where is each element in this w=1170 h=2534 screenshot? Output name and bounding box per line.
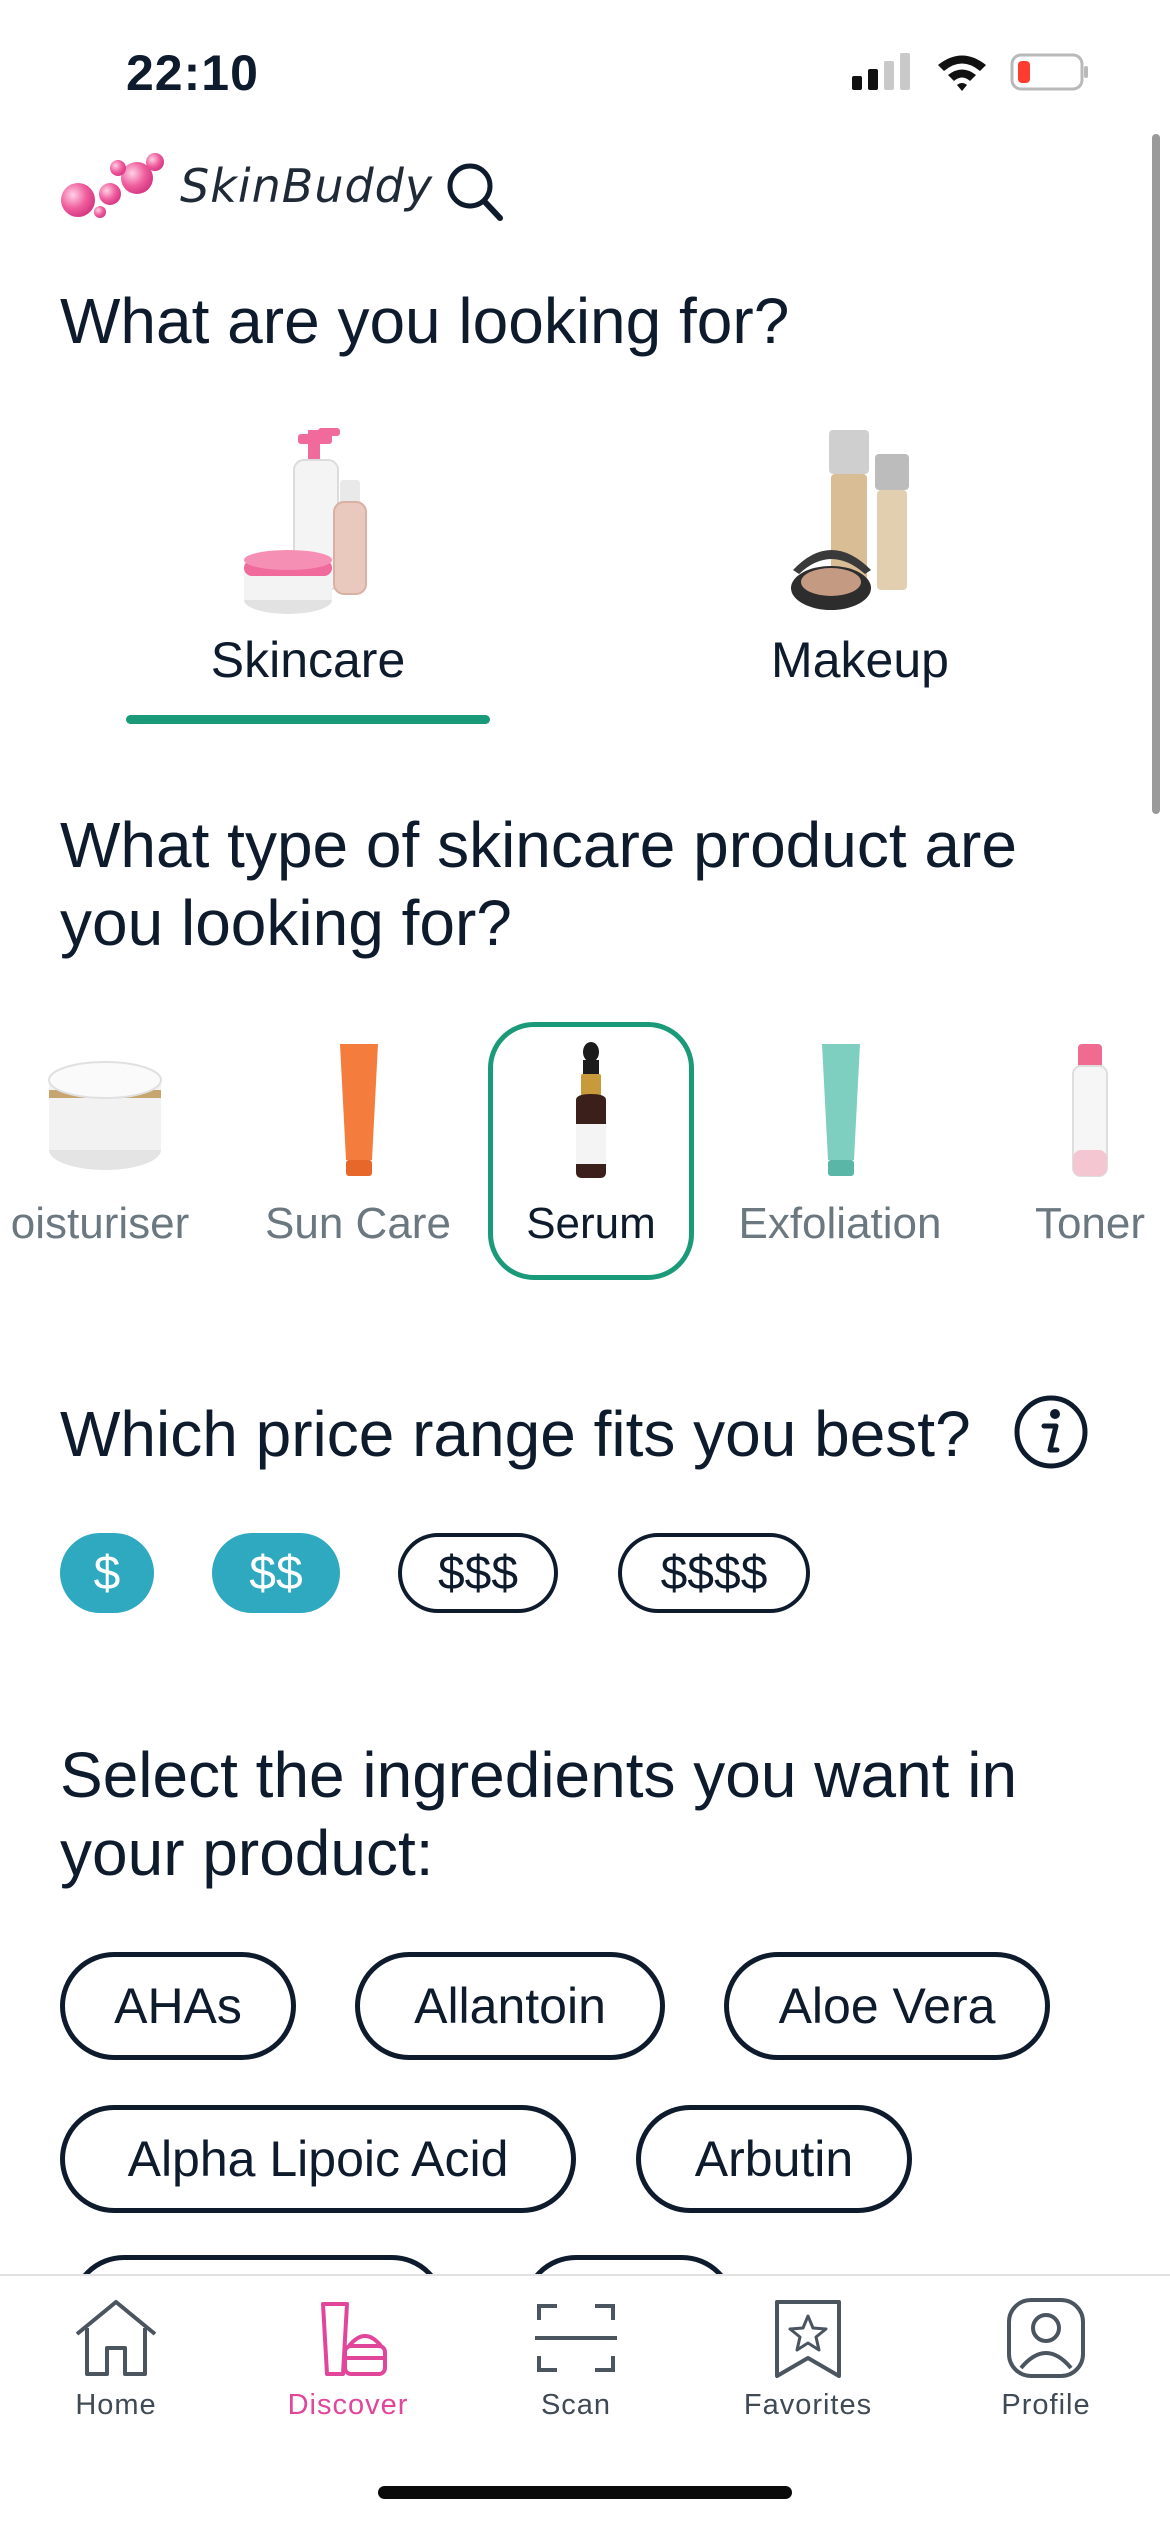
price-option-1[interactable]: $ [60,1533,154,1613]
discover-icon [321,2302,387,2376]
product-type-label: oisturiser [10,1199,190,1248]
category-makeup[interactable]: Makeup [660,420,1060,689]
app-logo[interactable]: SkinBuddy [58,148,433,224]
category-question: What are you looking for? [60,285,790,357]
product-type-label: Exfoliation [738,1199,942,1248]
ingredient-chip-ahas[interactable]: AHAs [60,1952,296,2060]
info-icon[interactable] [1011,1392,1091,1472]
product-type-serum[interactable]: Serum [493,1040,689,1249]
tab-favorites[interactable]: Favorites [708,2296,908,2422]
favorites-icon [775,2300,841,2378]
bubbles-logo-icon [61,153,164,218]
product-type-sun-care[interactable]: Sun Care [253,1040,463,1249]
ingredient-chip-aloe-vera[interactable]: Aloe Vera [724,1952,1050,2060]
price-option-4[interactable]: $$$$ [618,1533,810,1613]
ingredients-question: Select the ingredients you want in your … [60,1739,1018,1889]
skincare-products-icon [244,428,367,614]
product-type-label: Toner [1034,1199,1146,1248]
tab-label: Scan [540,2389,612,2421]
product-type-label: Serum [526,1199,656,1248]
product-type-label: Sun Care [265,1199,451,1248]
ingredient-chip-arbutin[interactable]: Arbutin [636,2105,912,2213]
tab-home[interactable]: Home [16,2296,216,2422]
tab-scan[interactable]: Scan [476,2296,676,2422]
product-type-toner[interactable]: Toner [1000,1040,1170,1249]
status-icons [852,52,1090,92]
battery-icon [1010,53,1088,91]
toner-bottle-icon [1072,1044,1108,1177]
category-label: Skincare [210,632,406,688]
price-question: Which price range fits you best? [60,1398,971,1470]
status-time: 22:10 [126,45,259,101]
tab-label: Favorites [743,2389,873,2421]
selected-category-underline [126,715,490,724]
tab-label: Profile [1001,2389,1091,2421]
tab-discover[interactable]: Discover [248,2296,448,2422]
app-name: SkinBuddy [180,159,434,213]
makeup-products-icon [791,430,909,610]
exfoliation-tube-icon [822,1044,860,1176]
price-option-3[interactable]: $$$ [398,1533,558,1613]
cellular-signal-icon [852,53,910,90]
serum-dropper-icon [576,1042,606,1178]
sun-care-tube-icon [340,1044,378,1176]
scan-icon [535,2304,617,2372]
category-label: Makeup [771,632,949,688]
product-type-exfoliation[interactable]: Exfoliation [725,1040,955,1249]
price-option-2[interactable]: $$ [212,1533,340,1613]
wifi-icon [938,55,986,91]
search-icon[interactable] [444,160,508,224]
home-indicator[interactable] [378,2486,792,2499]
scrollbar[interactable] [1152,134,1160,814]
product-type-moisturiser[interactable]: oisturiser [0,1040,210,1249]
product-type-question: What type of skincare product are you lo… [60,809,1017,959]
category-skincare[interactable]: Skincare [108,420,508,724]
tab-label: Home [75,2389,157,2421]
moisturiser-jar-icon [48,1061,162,1170]
home-icon [75,2300,157,2376]
ingredient-chip-allantoin[interactable]: Allantoin [355,1952,665,2060]
tab-label: Discover [287,2389,409,2421]
tab-profile[interactable]: Profile [946,2296,1146,2422]
ingredient-chip-alpha-lipoic-acid[interactable]: Alpha Lipoic Acid [60,2105,576,2213]
profile-icon [1007,2298,1085,2378]
